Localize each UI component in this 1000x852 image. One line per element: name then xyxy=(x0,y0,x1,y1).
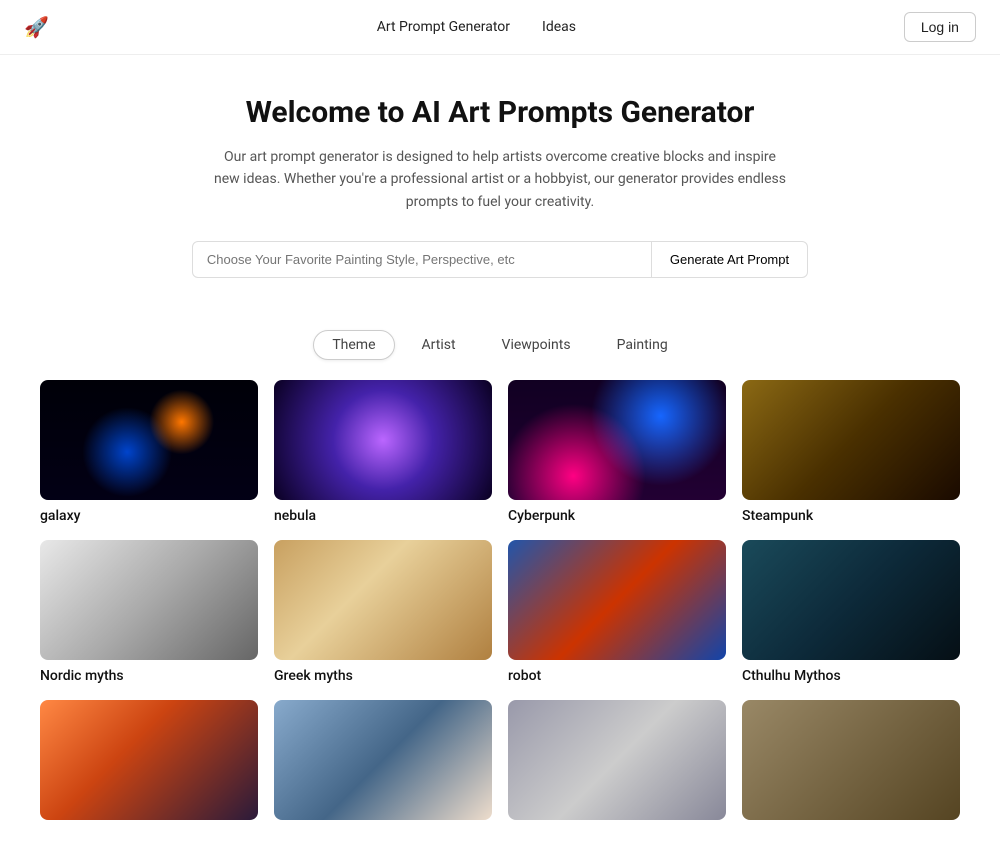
hero-title: Welcome to AI Art Prompts Generator xyxy=(16,95,984,130)
logo-icon: 🚀 xyxy=(24,15,49,39)
gallery-item-label: Greek myths xyxy=(274,668,492,684)
nav-link-art-prompt-generator[interactable]: Art Prompt Generator xyxy=(377,19,510,35)
gallery-item[interactable]: Cthulhu Mythos xyxy=(742,540,960,684)
search-row: Generate Art Prompt xyxy=(16,241,984,278)
category-tabs: Theme Artist Viewpoints Painting xyxy=(0,330,1000,360)
gallery-item-label: nebula xyxy=(274,508,492,524)
gallery-item-label: galaxy xyxy=(40,508,258,524)
gallery-item[interactable] xyxy=(40,700,258,828)
generate-button[interactable]: Generate Art Prompt xyxy=(652,241,808,278)
gallery-item[interactable]: robot xyxy=(508,540,726,684)
gallery-item[interactable]: Cyberpunk xyxy=(508,380,726,524)
gallery-item[interactable] xyxy=(508,700,726,828)
login-button[interactable]: Log in xyxy=(904,12,976,42)
gallery-item-label: Cthulhu Mythos xyxy=(742,668,960,684)
nav-link-ideas[interactable]: Ideas xyxy=(542,19,576,35)
gallery-item-label: Nordic myths xyxy=(40,668,258,684)
tab-painting[interactable]: Painting xyxy=(598,330,687,360)
navbar: 🚀 Art Prompt Generator Ideas Log in xyxy=(0,0,1000,55)
gallery-item[interactable]: Steampunk xyxy=(742,380,960,524)
gallery-item[interactable]: Nordic myths xyxy=(40,540,258,684)
gallery-item-label: robot xyxy=(508,668,726,684)
gallery-item[interactable] xyxy=(274,700,492,828)
tab-artist[interactable]: Artist xyxy=(403,330,475,360)
hero-section: Welcome to AI Art Prompts Generator Our … xyxy=(0,55,1000,330)
logo[interactable]: 🚀 xyxy=(24,15,49,39)
hero-description: Our art prompt generator is designed to … xyxy=(210,146,790,213)
nav-links: Art Prompt Generator Ideas xyxy=(377,19,576,35)
gallery-item[interactable]: galaxy xyxy=(40,380,258,524)
gallery-grid: galaxy nebula Cyberpunk Steampunk Nordic myt… xyxy=(0,380,1000,852)
gallery-item-label: Steampunk xyxy=(742,508,960,524)
search-input[interactable] xyxy=(192,241,652,278)
gallery-item-label: Cyberpunk xyxy=(508,508,726,524)
gallery-item[interactable] xyxy=(742,700,960,828)
tab-viewpoints[interactable]: Viewpoints xyxy=(483,330,590,360)
gallery-item[interactable]: nebula xyxy=(274,380,492,524)
gallery-item[interactable]: Greek myths xyxy=(274,540,492,684)
tab-theme[interactable]: Theme xyxy=(313,330,394,360)
